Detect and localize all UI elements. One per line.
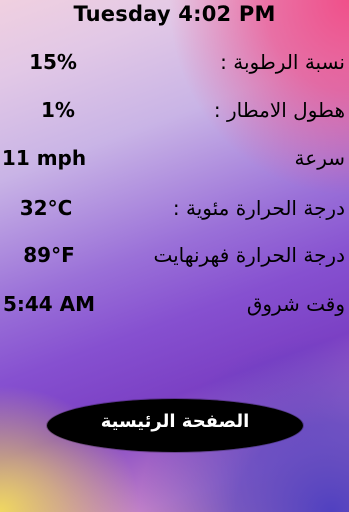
celsius-label: درجة الحرارة مئوية : [172,196,345,220]
precipitation-row: 1% هطول الامطار : [0,98,349,134]
datetime-header: Tuesday 4:02 PM [73,2,276,26]
humidity-value: 15% [29,50,77,74]
home-button[interactable]: الصفحة الرئيسية [47,399,303,452]
fahrenheit-label: درجة الحرارة فهرنهايت [153,243,345,267]
celsius-value: 32°C [19,196,73,220]
sunrise-row: 5:44 AM وقت شروق [0,292,349,328]
humidity-label: نسبة الرطوبة : [220,50,345,74]
precipitation-label: هطول الامطار : [213,98,345,122]
home-button-label: الصفحة الرئيسية [100,411,250,432]
precipitation-value: 1% [41,98,75,122]
humidity-row: 15% نسبة الرطوبة : [0,50,349,86]
sunrise-value: 5:44 AM [2,292,96,316]
sunrise-label: وقت شروق [246,292,345,316]
wind-speed-value: 11 mph [1,146,87,170]
fahrenheit-row: 89°F درجة الحرارة فهرنهايت [0,243,349,279]
wind-speed-label: سرعة [294,146,345,170]
fahrenheit-value: 89°F [23,243,75,267]
celsius-row: 32°C درجة الحرارة مئوية : [0,196,349,232]
wind-speed-row: 11 mph سرعة [0,146,349,182]
